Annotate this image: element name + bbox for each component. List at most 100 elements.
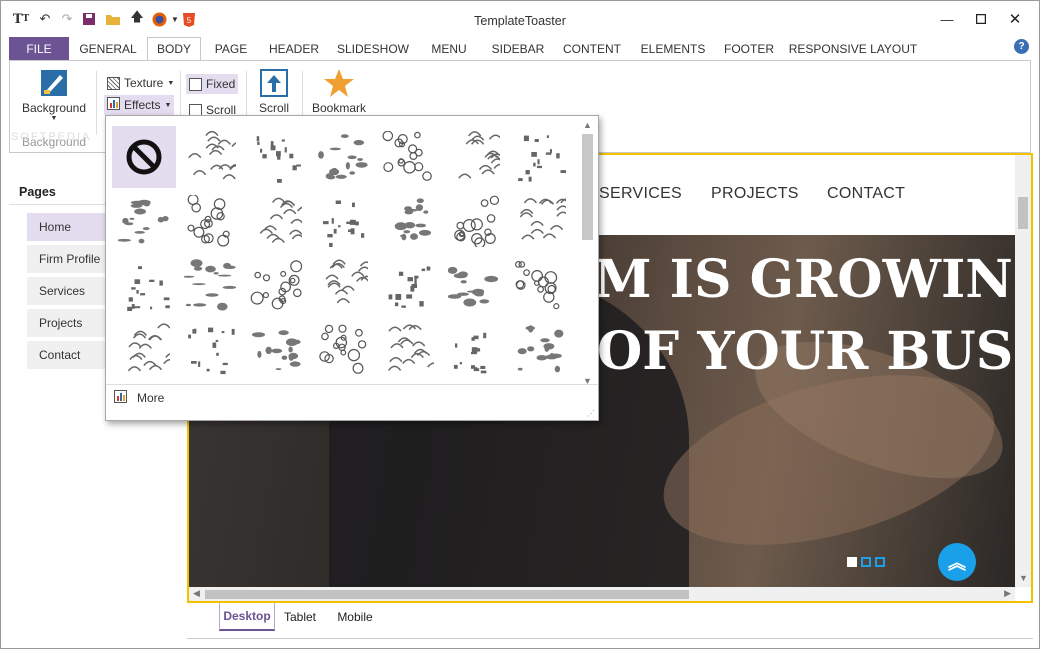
bookmark-label: Bookmark — [311, 101, 367, 115]
slide-dot[interactable] — [875, 557, 885, 567]
canvas-horizontal-scrollbar[interactable]: ◀ ▶ — [189, 587, 1015, 601]
tab-footer[interactable]: FOOTER — [719, 37, 779, 61]
chevron-up-icon[interactable]: ▲ — [583, 120, 592, 130]
chevron-down-icon[interactable]: ▼ — [1019, 573, 1028, 583]
minimize-button[interactable]: — — [937, 9, 957, 29]
pattern-thumbnail-icon — [458, 131, 500, 179]
pattern-thumbnail-icon — [188, 131, 236, 180]
tab-desktop[interactable]: Desktop — [219, 603, 275, 631]
scroll-button[interactable]: Scroll — [254, 69, 294, 115]
page-item-projects[interactable]: Projects — [27, 309, 105, 337]
tab-content[interactable]: CONTENT — [559, 37, 625, 61]
pattern-thumbnail-icon — [184, 259, 236, 311]
fixed-button[interactable]: Fixed — [186, 74, 239, 94]
effect-tile[interactable] — [442, 254, 506, 316]
effects-dropdown: ▲ ▼ More ⋰ — [105, 115, 599, 421]
effect-tile[interactable] — [310, 126, 374, 188]
window-title: TemplateToaster — [474, 14, 566, 28]
effect-tile[interactable] — [112, 318, 176, 380]
effect-tile[interactable] — [310, 318, 374, 380]
slide-dot[interactable] — [861, 557, 871, 567]
effect-tile[interactable] — [244, 126, 308, 188]
effect-tile[interactable] — [178, 190, 242, 252]
nav-link-services[interactable]: SERVICES — [599, 185, 682, 203]
nav-link-projects[interactable]: PROJECTS — [711, 185, 799, 203]
resize-grip-icon[interactable]: ⋰ — [587, 409, 595, 418]
tab-body[interactable]: BODY — [147, 37, 201, 61]
title-bar: TT ↶ ↷ 🡅 ▼ 5 TemplateToaster — ✕ — [1, 1, 1039, 37]
tab-elements[interactable]: ELEMENTS — [637, 37, 709, 61]
background-button[interactable]: Background ▼ — [22, 69, 86, 122]
effect-tile[interactable] — [244, 254, 308, 316]
effect-tile[interactable] — [310, 254, 374, 316]
effect-tile[interactable] — [376, 190, 440, 252]
effects-label: Effects — [124, 98, 161, 112]
pattern-thumbnail-icon — [250, 260, 302, 310]
texture-button[interactable]: Texture ▼ — [104, 73, 177, 93]
scrollbar-thumb[interactable] — [1018, 197, 1028, 229]
star-icon — [322, 67, 356, 99]
effect-tile[interactable] — [442, 318, 506, 380]
maximize-button[interactable] — [971, 9, 991, 29]
chevron-right-icon[interactable]: ▶ — [1004, 588, 1011, 599]
effects-scrollbar[interactable]: ▲ ▼ — [579, 120, 595, 386]
help-icon[interactable]: ? — [1014, 39, 1029, 54]
effect-tile[interactable] — [508, 318, 572, 380]
pattern-thumbnail-icon — [256, 136, 301, 183]
tab-responsive-layout[interactable]: RESPONSIVE LAYOUT — [787, 37, 919, 61]
pattern-thumbnail-icon — [382, 131, 432, 181]
effect-tile[interactable] — [178, 318, 242, 380]
tab-page[interactable]: PAGE — [207, 37, 255, 61]
scrollbar-thumb[interactable] — [582, 134, 593, 240]
nav-link-contact[interactable]: CONTACT — [827, 185, 905, 203]
chevron-left-icon[interactable]: ◀ — [193, 588, 200, 599]
hero-headline-line1: M IS GROWING A — [594, 249, 1015, 310]
tab-tablet[interactable]: Tablet — [279, 603, 321, 631]
effect-tile[interactable] — [508, 254, 572, 316]
page-item-home[interactable]: Home — [27, 213, 105, 241]
bookmark-button[interactable]: Bookmark — [308, 67, 370, 115]
chevron-down-icon: ▼ — [50, 115, 58, 122]
tab-sidebar[interactable]: SIDEBAR — [485, 37, 551, 61]
effects-button[interactable]: Effects ▼ — [104, 95, 175, 115]
background-brush-icon — [40, 69, 68, 97]
effect-tile[interactable] — [442, 126, 506, 188]
page-item-services[interactable]: Services — [27, 277, 105, 305]
canvas-vertical-scrollbar[interactable]: ▼ — [1015, 155, 1031, 587]
tab-menu[interactable]: MENU — [421, 37, 477, 61]
pages-title: Pages — [19, 185, 56, 199]
effect-tile[interactable] — [178, 126, 242, 188]
close-button[interactable]: ✕ — [1005, 9, 1025, 29]
tab-mobile[interactable]: Mobile — [329, 603, 381, 631]
slide-dot[interactable] — [847, 557, 857, 567]
watermark: SOFTPEDIA — [11, 131, 92, 143]
effect-tile[interactable] — [508, 126, 572, 188]
lock-icon — [189, 77, 202, 91]
page-item-firm-profile[interactable]: Firm Profile — [27, 245, 105, 273]
effect-tile[interactable] — [442, 190, 506, 252]
effect-tile[interactable] — [112, 254, 176, 316]
tab-slideshow[interactable]: SLIDESHOW — [333, 37, 413, 61]
texture-label: Texture — [124, 76, 164, 90]
more-effects-button[interactable]: More — [106, 384, 598, 410]
tab-file[interactable]: FILE — [9, 37, 69, 61]
scroll-to-top-icon[interactable]: ︽ — [938, 543, 976, 581]
more-label: More — [137, 390, 165, 405]
effect-tile[interactable] — [376, 318, 440, 380]
page-item-contact[interactable]: Contact — [27, 341, 105, 369]
effect-tile[interactable] — [508, 190, 572, 252]
scrollbar-thumb[interactable] — [205, 590, 689, 599]
tab-general[interactable]: GENERAL — [75, 37, 141, 61]
fixed-label: Fixed — [206, 77, 236, 91]
tab-header[interactable]: HEADER — [263, 37, 325, 61]
effect-tile[interactable] — [178, 254, 242, 316]
effect-tile[interactable] — [310, 190, 374, 252]
effect-tile[interactable] — [244, 318, 308, 380]
effect-tile[interactable] — [112, 190, 176, 252]
effect-tile[interactable] — [244, 190, 308, 252]
no-effect-icon — [126, 139, 162, 175]
scroll-big-label: Scroll — [258, 101, 289, 115]
effect-tile-none[interactable] — [112, 126, 176, 188]
effect-tile[interactable] — [376, 126, 440, 188]
effect-tile[interactable] — [376, 254, 440, 316]
